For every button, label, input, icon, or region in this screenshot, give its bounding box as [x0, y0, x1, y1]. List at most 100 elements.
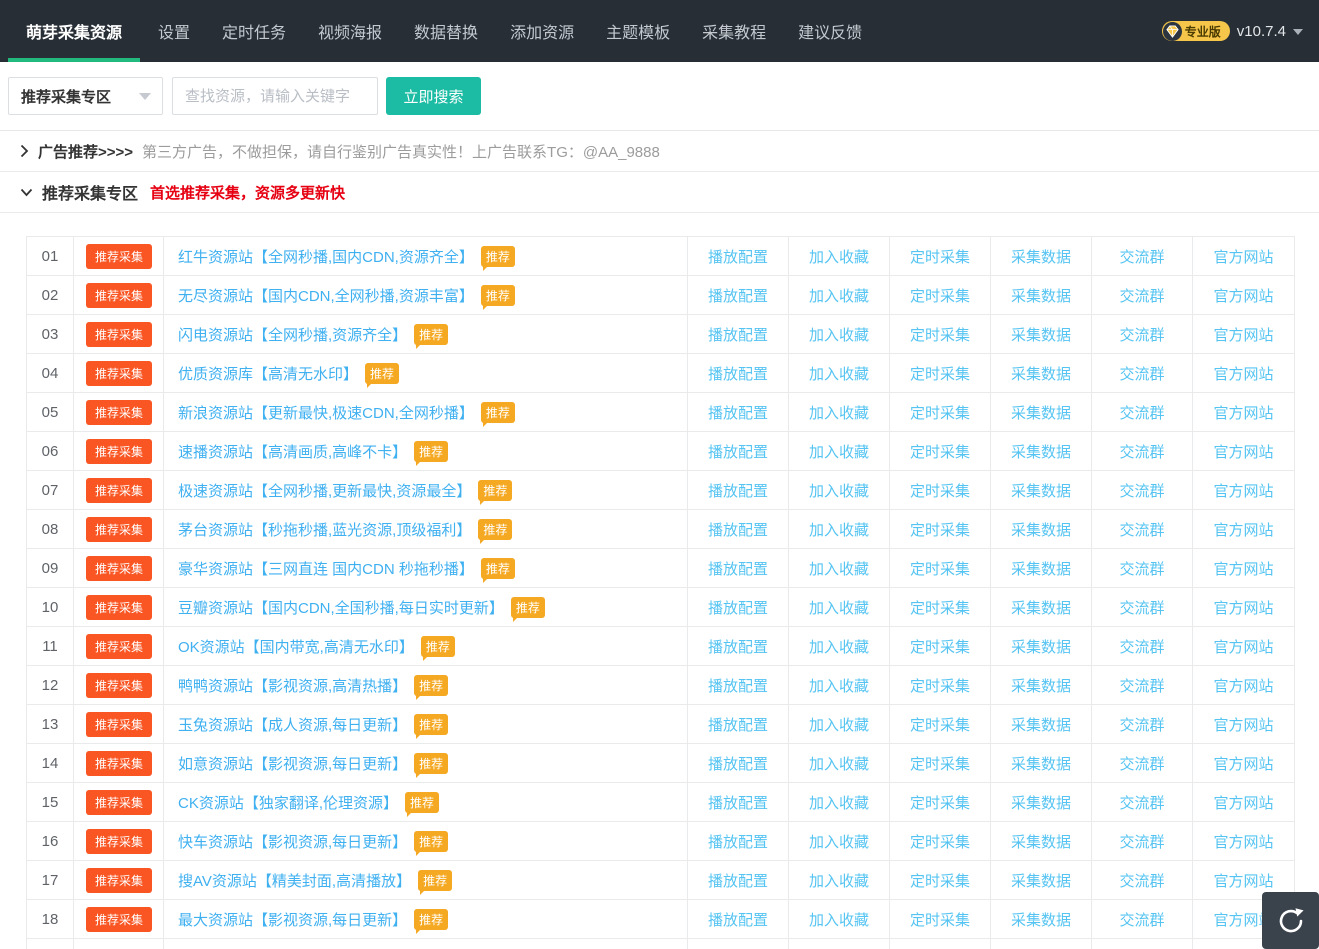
resource-name-link[interactable]: 豪华资源站【三网直连 国内CDN 秒拖秒播】	[178, 558, 474, 579]
action-link[interactable]: 交流群	[1119, 909, 1164, 930]
action-link[interactable]: 采集数据	[1011, 675, 1071, 696]
action-link[interactable]: 加入收藏	[809, 558, 869, 579]
action-link[interactable]: 官方网站	[1213, 597, 1273, 618]
nav-item[interactable]: 添加资源	[510, 19, 574, 43]
action-link[interactable]: 交流群	[1119, 675, 1164, 696]
action-link[interactable]: 交流群	[1119, 636, 1164, 657]
action-link[interactable]: 采集数据	[1011, 519, 1071, 540]
action-link[interactable]: 加入收藏	[809, 363, 869, 384]
action-link[interactable]: 加入收藏	[809, 285, 869, 306]
resource-name-link[interactable]: OK资源站【国内带宽,高清无水印】	[178, 636, 414, 657]
action-link[interactable]: 播放配置	[708, 285, 768, 306]
action-link[interactable]: 官方网站	[1213, 519, 1273, 540]
resource-name-link[interactable]: 玉兔资源站【成人资源,每日更新】	[178, 714, 407, 735]
action-link[interactable]: 定时采集	[910, 558, 970, 579]
action-link[interactable]: 加入收藏	[809, 597, 869, 618]
action-link[interactable]: 定时采集	[910, 285, 970, 306]
resource-name-link[interactable]: 闪电资源站【全网秒播,资源齐全】	[178, 324, 407, 345]
resource-name-link[interactable]: 鸭鸭资源站【影视资源,高清热播】	[178, 675, 407, 696]
action-link[interactable]: 官方网站	[1213, 831, 1273, 852]
action-link[interactable]: 交流群	[1119, 363, 1164, 384]
action-link[interactable]: 加入收藏	[809, 441, 869, 462]
action-link[interactable]: 定时采集	[910, 792, 970, 813]
action-link[interactable]: 播放配置	[708, 363, 768, 384]
section-header[interactable]: 推荐采集专区 首选推荐采集，资源多更新快	[0, 172, 1319, 213]
action-link[interactable]: 交流群	[1119, 870, 1164, 891]
action-link[interactable]: 定时采集	[910, 363, 970, 384]
action-link[interactable]: 播放配置	[708, 753, 768, 774]
resource-name-link[interactable]: 搜AV资源站【精美封面,高清播放】	[178, 870, 411, 891]
resource-name-link[interactable]: 如意资源站【影视资源,每日更新】	[178, 753, 407, 774]
action-link[interactable]: 播放配置	[708, 441, 768, 462]
resource-name-link[interactable]: 红牛资源站【全网秒播,国内CDN,资源齐全】	[178, 246, 474, 267]
nav-item[interactable]: 定时任务	[222, 19, 286, 43]
action-link[interactable]: 交流群	[1119, 519, 1164, 540]
action-link[interactable]: 播放配置	[708, 480, 768, 501]
action-link[interactable]: 播放配置	[708, 909, 768, 930]
action-link[interactable]: 加入收藏	[809, 246, 869, 267]
action-link[interactable]: 采集数据	[1011, 636, 1071, 657]
action-link[interactable]: 加入收藏	[809, 402, 869, 423]
action-link[interactable]: 采集数据	[1011, 558, 1071, 579]
action-link[interactable]: 采集数据	[1011, 285, 1071, 306]
action-link[interactable]: 官方网站	[1213, 441, 1273, 462]
action-link[interactable]: 采集数据	[1011, 909, 1071, 930]
nav-item[interactable]: 采集教程	[702, 19, 766, 43]
resource-name-link[interactable]: 速播资源站【高清画质,高峰不卡】	[178, 441, 407, 462]
action-link[interactable]: 交流群	[1119, 792, 1164, 813]
action-link[interactable]: 播放配置	[708, 714, 768, 735]
action-link[interactable]: 加入收藏	[809, 675, 869, 696]
action-link[interactable]: 定时采集	[910, 909, 970, 930]
category-select[interactable]: 推荐采集专区	[8, 77, 163, 115]
version-menu[interactable]: 专业版 v10.7.4	[1162, 0, 1303, 62]
action-link[interactable]: 定时采集	[910, 753, 970, 774]
action-link[interactable]: 官方网站	[1213, 558, 1273, 579]
action-link[interactable]: 采集数据	[1011, 480, 1071, 501]
resource-name-link[interactable]: 最大资源站【影视资源,每日更新】	[178, 909, 407, 930]
action-link[interactable]: 采集数据	[1011, 870, 1071, 891]
action-link[interactable]: 采集数据	[1011, 363, 1071, 384]
action-link[interactable]: 交流群	[1119, 402, 1164, 423]
action-link[interactable]: 加入收藏	[809, 870, 869, 891]
resource-name-link[interactable]: CK资源站【独家翻译,伦理资源】	[178, 792, 398, 813]
nav-item[interactable]: 视频海报	[318, 19, 382, 43]
action-link[interactable]: 定时采集	[910, 246, 970, 267]
action-link[interactable]: 播放配置	[708, 324, 768, 345]
resource-name-link[interactable]: 极速资源站【全网秒播,更新最快,资源最全】	[178, 480, 471, 501]
action-link[interactable]: 交流群	[1119, 246, 1164, 267]
action-link[interactable]: 交流群	[1119, 558, 1164, 579]
action-link[interactable]: 官方网站	[1213, 246, 1273, 267]
resource-name-link[interactable]: 无尽资源站【国内CDN,全网秒播,资源丰富】	[178, 285, 474, 306]
action-link[interactable]: 播放配置	[708, 246, 768, 267]
action-link[interactable]: 定时采集	[910, 519, 970, 540]
action-link[interactable]: 定时采集	[910, 441, 970, 462]
action-link[interactable]: 播放配置	[708, 792, 768, 813]
action-link[interactable]: 播放配置	[708, 636, 768, 657]
action-link[interactable]: 播放配置	[708, 558, 768, 579]
action-link[interactable]: 交流群	[1119, 753, 1164, 774]
action-link[interactable]: 官方网站	[1213, 675, 1273, 696]
resource-name-link[interactable]: 茅台资源站【秒拖秒播,蓝光资源,顶级福利】	[178, 519, 471, 540]
action-link[interactable]: 加入收藏	[809, 324, 869, 345]
action-link[interactable]: 官方网站	[1213, 480, 1273, 501]
resource-name-link[interactable]: 优质资源库【高清无水印】	[178, 363, 358, 384]
action-link[interactable]: 交流群	[1119, 441, 1164, 462]
action-link[interactable]: 加入收藏	[809, 714, 869, 735]
action-link[interactable]: 定时采集	[910, 675, 970, 696]
action-link[interactable]: 官方网站	[1213, 636, 1273, 657]
action-link[interactable]: 播放配置	[708, 831, 768, 852]
action-link[interactable]: 官方网站	[1213, 324, 1273, 345]
action-link[interactable]: 播放配置	[708, 402, 768, 423]
action-link[interactable]: 加入收藏	[809, 792, 869, 813]
action-link[interactable]: 官方网站	[1213, 792, 1273, 813]
action-link[interactable]: 官方网站	[1213, 402, 1273, 423]
resource-name-link[interactable]: 快车资源站【影视资源,每日更新】	[178, 831, 407, 852]
action-link[interactable]: 交流群	[1119, 285, 1164, 306]
action-link[interactable]: 官方网站	[1213, 363, 1273, 384]
action-link[interactable]: 采集数据	[1011, 597, 1071, 618]
action-link[interactable]: 定时采集	[910, 324, 970, 345]
action-link[interactable]: 交流群	[1119, 714, 1164, 735]
action-link[interactable]: 交流群	[1119, 480, 1164, 501]
action-link[interactable]: 加入收藏	[809, 831, 869, 852]
refresh-button[interactable]	[1262, 892, 1319, 949]
